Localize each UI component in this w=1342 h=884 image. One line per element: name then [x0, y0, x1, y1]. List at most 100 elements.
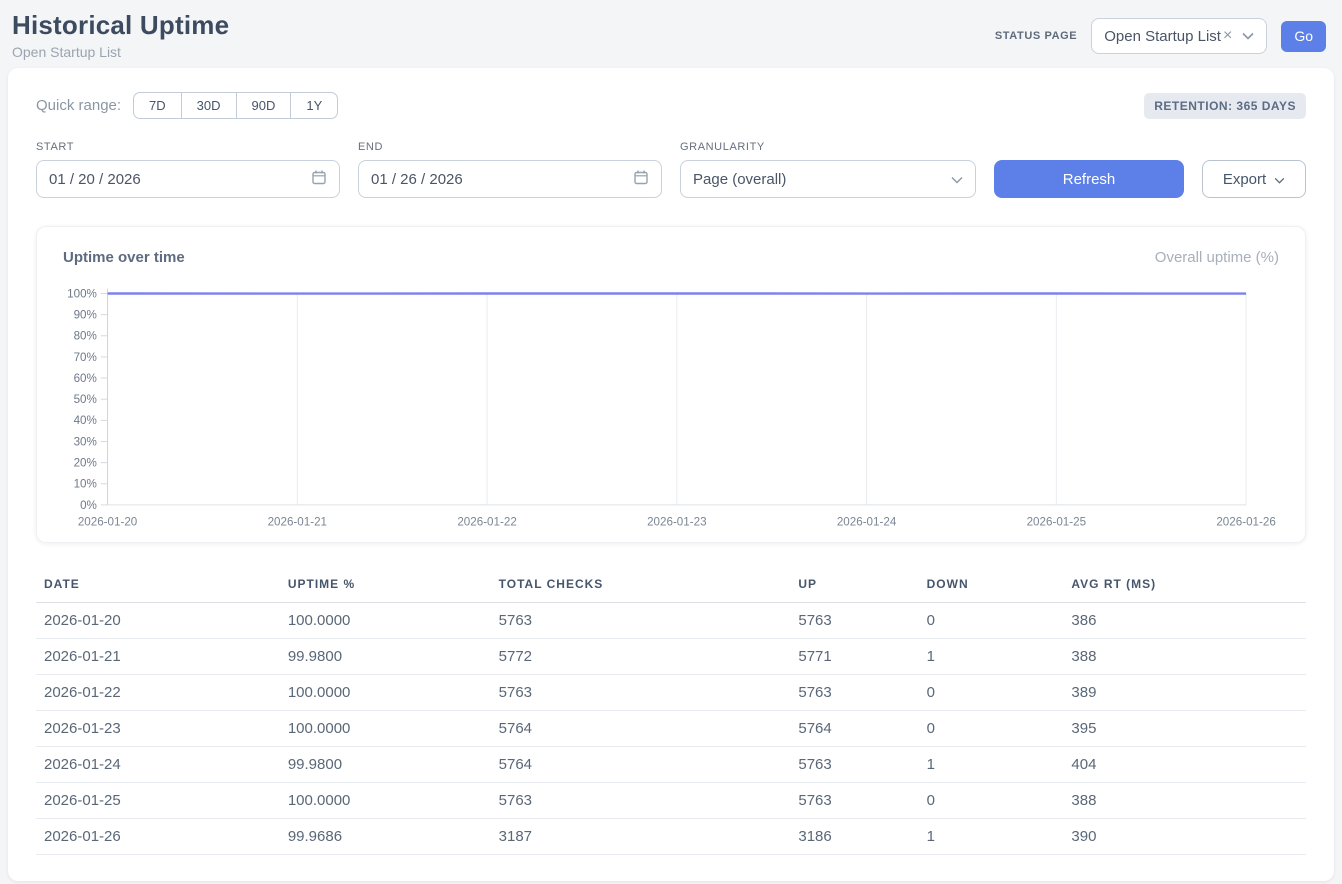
granularity-field: GRANULARITY Page (overall) — [680, 141, 976, 198]
status-page-select[interactable]: Open Startup List × — [1091, 18, 1267, 54]
svg-text:2026-01-25: 2026-01-25 — [1027, 515, 1086, 528]
svg-text:90%: 90% — [74, 309, 97, 322]
filter-controls: START 01 / 20 / 2026 END 01 / 26 / 2026 … — [36, 141, 1306, 198]
table-cell: 100.0000 — [280, 783, 491, 819]
start-date-field: START 01 / 20 / 2026 — [36, 141, 340, 198]
quick-range-7d-button[interactable]: 7D — [133, 92, 182, 119]
table-cell: 1 — [919, 639, 1064, 675]
column-header: DOWN — [919, 567, 1064, 603]
end-date-field: END 01 / 26 / 2026 — [358, 141, 662, 198]
column-header: TOTAL CHECKS — [491, 567, 791, 603]
table-cell: 2026-01-24 — [36, 747, 280, 783]
page-subtitle: Open Startup List — [12, 44, 229, 60]
main-panel: Quick range: 7D30D90D1Y RETENTION: 365 D… — [8, 68, 1334, 881]
table-cell: 5764 — [491, 747, 791, 783]
table-cell: 5763 — [790, 603, 918, 639]
granularity-select[interactable]: Page (overall) — [680, 160, 976, 198]
title-block: Historical Uptime Open Startup List — [12, 10, 229, 60]
table-cell: 404 — [1063, 747, 1306, 783]
table-cell: 2026-01-22 — [36, 675, 280, 711]
export-button[interactable]: Export — [1202, 160, 1306, 198]
table-row: 2026-01-20100.0000576357630386 — [36, 603, 1306, 639]
chevron-down-icon — [951, 171, 963, 188]
svg-text:2026-01-20: 2026-01-20 — [78, 515, 138, 528]
table-cell: 2026-01-20 — [36, 603, 280, 639]
table-cell: 5764 — [491, 711, 791, 747]
end-label: END — [358, 141, 662, 153]
table-cell: 99.9800 — [280, 639, 491, 675]
svg-text:20%: 20% — [74, 457, 97, 470]
column-header: UPTIME % — [280, 567, 491, 603]
svg-text:0%: 0% — [80, 499, 97, 512]
table-cell: 1 — [919, 819, 1064, 855]
table-cell: 5764 — [790, 711, 918, 747]
table-cell: 0 — [919, 603, 1064, 639]
table-row: 2026-01-2499.9800576457631404 — [36, 747, 1306, 783]
quick-range-1y-button[interactable]: 1Y — [290, 92, 338, 119]
uptime-chart: 2026-01-202026-01-212026-01-222026-01-23… — [61, 280, 1281, 532]
page-title: Historical Uptime — [12, 10, 229, 41]
clear-selection-icon[interactable]: × — [1223, 27, 1232, 45]
column-header: AVG RT (MS) — [1063, 567, 1306, 603]
chart-header: Uptime over time Overall uptime (%) — [61, 245, 1281, 280]
refresh-button[interactable]: Refresh — [994, 160, 1184, 198]
table-cell: 2026-01-21 — [36, 639, 280, 675]
table-cell: 99.9800 — [280, 747, 491, 783]
end-date-value: 01 / 26 / 2026 — [371, 171, 463, 188]
table-row: 2026-01-2199.9800577257711388 — [36, 639, 1306, 675]
quick-range-label: Quick range: — [36, 97, 121, 114]
svg-text:100%: 100% — [67, 287, 97, 300]
table-cell: 99.9686 — [280, 819, 491, 855]
table-cell: 5763 — [790, 747, 918, 783]
table-row: 2026-01-25100.0000576357630388 — [36, 783, 1306, 819]
table-row: 2026-01-22100.0000576357630389 — [36, 675, 1306, 711]
calendar-icon[interactable] — [311, 169, 327, 189]
table-cell: 2026-01-23 — [36, 711, 280, 747]
start-date-input[interactable]: 01 / 20 / 2026 — [36, 160, 340, 198]
quick-range-row: Quick range: 7D30D90D1Y RETENTION: 365 D… — [36, 92, 1306, 119]
table-cell: 0 — [919, 711, 1064, 747]
chevron-down-icon — [1274, 171, 1285, 188]
calendar-icon[interactable] — [633, 169, 649, 189]
table-row: 2026-01-23100.0000576457640395 — [36, 711, 1306, 747]
go-button[interactable]: Go — [1281, 21, 1326, 52]
svg-text:40%: 40% — [74, 414, 97, 427]
svg-text:80%: 80% — [74, 330, 97, 343]
status-page-value: Open Startup List — [1104, 28, 1221, 45]
table-cell: 0 — [919, 675, 1064, 711]
quick-range-30d-button[interactable]: 30D — [181, 92, 237, 119]
table-cell: 389 — [1063, 675, 1306, 711]
svg-text:2026-01-21: 2026-01-21 — [268, 515, 327, 528]
table-cell: 390 — [1063, 819, 1306, 855]
table-cell: 3186 — [790, 819, 918, 855]
status-page-label: STATUS PAGE — [995, 30, 1077, 42]
table-cell: 5763 — [491, 675, 791, 711]
export-label: Export — [1223, 171, 1266, 188]
end-date-input[interactable]: 01 / 26 / 2026 — [358, 160, 662, 198]
table-cell: 5763 — [790, 675, 918, 711]
table-cell: 386 — [1063, 603, 1306, 639]
table-cell: 1 — [919, 747, 1064, 783]
chart-legend: Overall uptime (%) — [1155, 249, 1279, 266]
table-cell: 395 — [1063, 711, 1306, 747]
start-label: START — [36, 141, 340, 153]
quick-range-90d-button[interactable]: 90D — [236, 92, 292, 119]
table-cell: 5763 — [790, 783, 918, 819]
svg-text:2026-01-24: 2026-01-24 — [837, 515, 897, 528]
table-cell: 100.0000 — [280, 711, 491, 747]
table-cell: 3187 — [491, 819, 791, 855]
svg-text:30%: 30% — [74, 435, 97, 448]
svg-text:70%: 70% — [74, 351, 97, 364]
uptime-table: DATEUPTIME %TOTAL CHECKSUPDOWNAVG RT (MS… — [36, 567, 1306, 855]
chart-title: Uptime over time — [63, 249, 185, 266]
column-header: DATE — [36, 567, 280, 603]
svg-text:60%: 60% — [74, 372, 97, 385]
table-cell: 2026-01-26 — [36, 819, 280, 855]
granularity-value: Page (overall) — [693, 171, 786, 188]
granularity-label: GRANULARITY — [680, 141, 976, 153]
table-header-row: DATEUPTIME %TOTAL CHECKSUPDOWNAVG RT (MS… — [36, 567, 1306, 603]
uptime-chart-card: Uptime over time Overall uptime (%) 2026… — [36, 226, 1306, 543]
svg-text:2026-01-23: 2026-01-23 — [647, 515, 706, 528]
table-cell: 5763 — [491, 603, 791, 639]
svg-text:10%: 10% — [74, 478, 97, 491]
